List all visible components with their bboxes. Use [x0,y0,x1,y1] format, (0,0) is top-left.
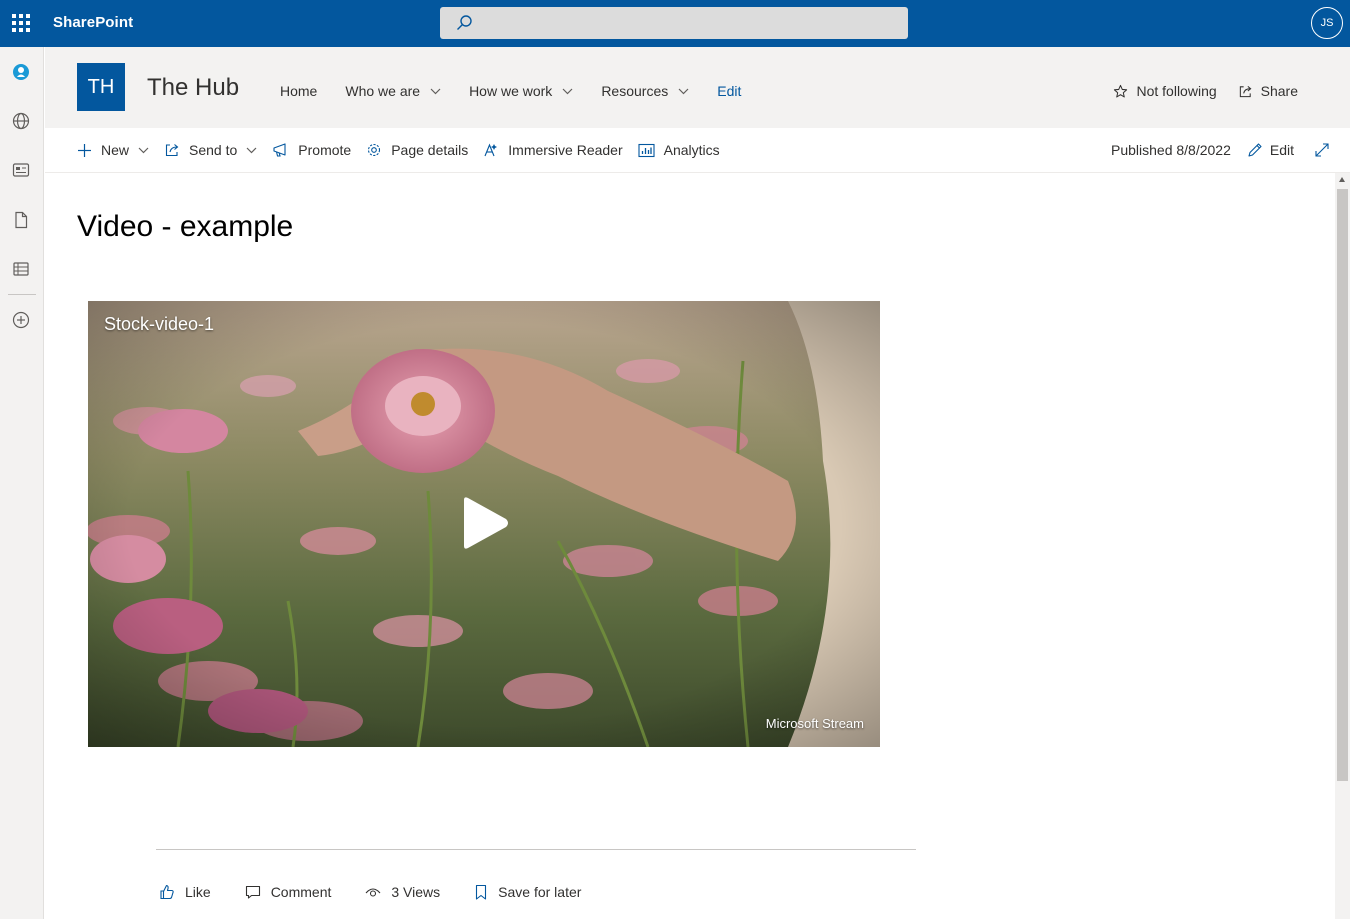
play-icon[interactable] [458,496,510,550]
published-status: Published 8/8/2022 [1111,142,1231,158]
plus-icon [78,143,91,157]
share-icon [1239,85,1252,97]
video-provider: Microsoft Stream [765,716,864,731]
nav-label: Resources [601,83,669,99]
immersive-reader-label: Immersive Reader [508,142,623,158]
immersive-reader-icon [484,143,498,157]
follow-button[interactable]: Not following [1113,83,1217,99]
eye-icon [365,888,381,897]
chevron-down-icon [678,88,689,94]
home-icon[interactable] [11,62,31,82]
page-details-button[interactable]: Page details [366,142,468,158]
nav-label: Edit [717,83,742,99]
command-bar-left: New Send to Promote Page details Immersi… [77,142,735,158]
page-content: Video - example Stock-video-1 Microsoft … [45,173,1335,919]
share-button[interactable]: Share [1238,83,1298,99]
new-label: New [101,142,130,158]
save-for-later-label: Save for later [498,884,582,900]
send-to-button[interactable]: Send to [164,142,257,158]
expand-icon[interactable] [1314,142,1330,158]
gear-icon [368,143,381,157]
bookmark-icon [476,884,487,900]
comment-label: Comment [270,884,332,900]
site-title[interactable]: The Hub [147,74,239,102]
analytics-label: Analytics [663,142,720,158]
share-label: Share [1260,83,1298,99]
comment-icon [245,885,260,899]
views-label: 3 Views [391,884,441,900]
comment-button[interactable]: Comment [245,884,332,900]
analytics-icon [638,143,655,157]
app-bar [0,47,44,919]
header-actions: Not following Share [1092,83,1298,99]
nav-item-how-we-work[interactable]: How we work [469,83,573,99]
nav-item-who-we-are[interactable]: Who we are [345,83,441,99]
app-launcher-icon[interactable] [12,14,30,32]
vertical-scrollbar[interactable] [1335,173,1350,919]
views-count: 3 Views [365,884,440,900]
user-avatar[interactable]: JS [1311,7,1343,39]
globe-icon[interactable] [11,111,31,131]
command-bar: New Send to Promote Page details Immersi… [45,128,1350,173]
social-bar: Like Comment 3 Views Save for later [159,884,615,900]
chevron-down-icon [246,147,257,153]
pencil-icon [1248,143,1262,157]
new-button[interactable]: New [77,142,149,158]
nav-label: Home [280,83,318,99]
analytics-button[interactable]: Analytics [638,142,720,158]
app-bar-divider [8,294,36,295]
app-name[interactable]: SharePoint [53,14,133,31]
promote-button[interactable]: Promote [272,142,351,158]
top-navigation: Home Who we are How we work Resources Ed… [280,83,769,99]
thumbs-up-icon [160,884,174,900]
like-button[interactable]: Like [159,884,211,900]
page-details-label: Page details [391,142,469,158]
nav-edit-link[interactable]: Edit [717,83,741,99]
star-icon [1114,84,1128,97]
page-title: Video - example [77,210,294,243]
send-icon [165,144,179,157]
site-header: TH The Hub Home Who we are How we work R… [45,47,1350,128]
nav-item-resources[interactable]: Resources [601,83,689,99]
like-label: Like [185,884,211,900]
promote-label: Promote [298,142,352,158]
save-for-later-button[interactable]: Save for later [474,884,581,900]
edit-label: Edit [1269,142,1294,158]
add-icon[interactable] [11,310,31,330]
chevron-down-icon [138,147,149,153]
content-divider [156,849,916,850]
chevron-down-icon [430,88,441,94]
send-to-label: Send to [189,142,238,158]
chevron-down-icon [562,88,573,94]
follow-label: Not following [1136,83,1217,99]
edit-page-button[interactable]: Edit [1247,142,1294,158]
video-player[interactable]: Stock-video-1 Microsoft Stream [88,301,880,747]
nav-label: Who we are [345,83,421,99]
nav-label: How we work [469,83,553,99]
nav-item-home[interactable]: Home [280,83,317,99]
suite-bar: SharePoint JS [0,0,1350,47]
immersive-reader-button[interactable]: Immersive Reader [483,142,623,158]
search-box[interactable] [440,7,908,39]
command-bar-right: Published 8/8/2022 Edit [1111,142,1330,158]
scroll-up-arrow[interactable] [1339,177,1345,182]
list-icon[interactable] [11,259,31,279]
search-icon [457,15,472,30]
news-icon[interactable] [11,160,31,180]
file-icon[interactable] [11,210,31,230]
scrollbar-thumb[interactable] [1337,189,1348,781]
video-title: Stock-video-1 [104,314,215,334]
site-logo[interactable]: TH [77,63,125,111]
megaphone-icon [273,143,286,157]
